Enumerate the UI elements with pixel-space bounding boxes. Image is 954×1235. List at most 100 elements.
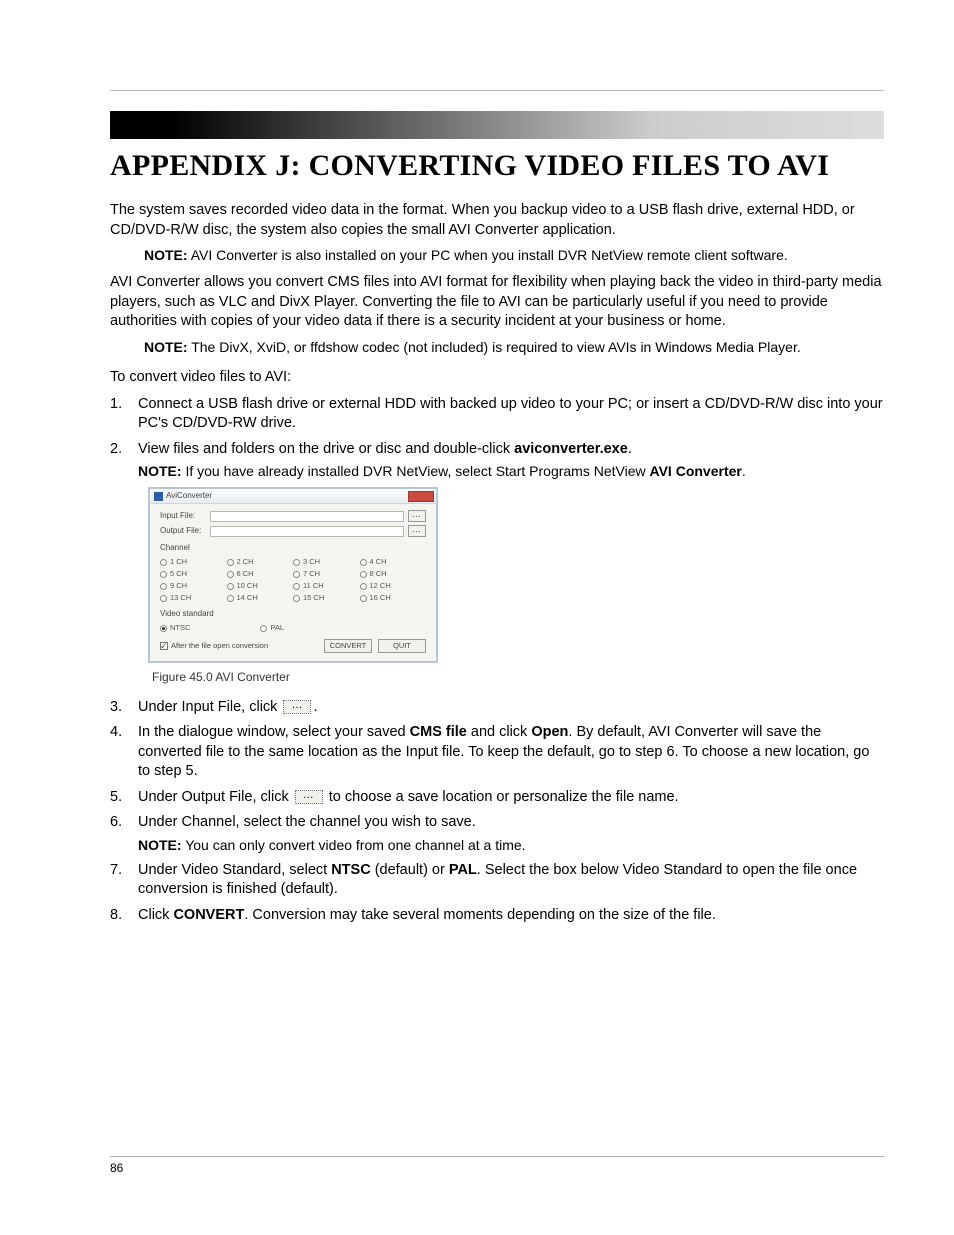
channel-label: 11 CH — [303, 581, 324, 591]
step-4-a: In the dialogue window, select your save… — [138, 724, 410, 740]
channel-label: 10 CH — [237, 581, 258, 591]
step-2: View files and folders on the drive or d… — [110, 440, 884, 686]
output-file-browse-button[interactable] — [408, 525, 426, 537]
input-file-field[interactable] — [210, 511, 404, 522]
step-8-c: . Conversion may take several moments de… — [244, 907, 716, 923]
channel-group-label: Channel — [160, 543, 426, 554]
step-2-exe: aviconverter.exe — [514, 441, 628, 457]
step-8-a: Click — [138, 907, 173, 923]
note-2: NOTE: The DivX, XviD, or ffdshow codec (… — [144, 338, 884, 357]
figure-caption: Figure 45.0 AVI Converter — [152, 669, 884, 685]
channel-radio[interactable]: 5 CH — [160, 569, 227, 579]
browse-button-icon — [283, 700, 311, 714]
note-1: NOTE: AVI Converter is also installed on… — [144, 246, 884, 265]
step-2-note-c: NetView — [594, 463, 646, 479]
channel-radio[interactable]: 7 CH — [293, 569, 360, 579]
quit-button[interactable]: QUIT — [378, 639, 426, 653]
pal-radio[interactable]: PAL — [260, 623, 284, 633]
app-title: AviConverter — [166, 491, 212, 502]
titlebar: AviConverter — [150, 489, 436, 504]
steps-list: Connect a USB flash drive or external HD… — [110, 395, 884, 926]
channel-label: 14 CH — [237, 593, 258, 603]
step-5-b: to choose a save location or personalize… — [325, 789, 679, 805]
after-open-label: After the file open conversion — [171, 641, 268, 651]
step-6-note-text: You can only convert video from one chan… — [185, 837, 525, 853]
step-2-note-a: If you have already installed DVR NetVie… — [185, 463, 525, 479]
note-2-label: NOTE: — [144, 339, 188, 355]
ntsc-radio[interactable]: NTSC — [160, 623, 190, 633]
channel-radio[interactable]: 11 CH — [293, 581, 360, 591]
channel-radio[interactable]: 12 CH — [360, 581, 427, 591]
note-2-text: The DivX, XviD, or ffdshow codec (not in… — [191, 339, 801, 355]
channel-label: 6 CH — [237, 569, 254, 579]
step-7-c: (default) or — [371, 862, 449, 878]
channel-label: 15 CH — [303, 593, 324, 603]
channel-radio[interactable]: 6 CH — [227, 569, 294, 579]
step-5-a: Under Output File, click — [138, 789, 293, 805]
step-7: Under Video Standard, select NTSC (defau… — [110, 861, 884, 900]
close-icon[interactable] — [408, 491, 434, 502]
channel-label: 12 CH — [370, 581, 391, 591]
step-6: Under Channel, select the channel you wi… — [110, 813, 884, 854]
channel-radio[interactable]: 14 CH — [227, 593, 294, 603]
step-8-b: CONVERT — [173, 907, 244, 923]
channel-radio[interactable]: 13 CH — [160, 593, 227, 603]
page-number: 86 — [110, 1161, 123, 1175]
video-standard-label: Video standard — [160, 609, 426, 620]
channel-radio[interactable]: 4 CH — [360, 557, 427, 567]
step-2-text-a: View files and folders on the drive or d… — [138, 441, 514, 457]
step-3-text-a: Under Input File, click — [138, 699, 281, 715]
channel-radio[interactable]: 8 CH — [360, 569, 427, 579]
step-8: Click CONVERT. Conversion may take sever… — [110, 906, 884, 926]
step-1: Connect a USB flash drive or external HD… — [110, 395, 884, 434]
channel-label: 7 CH — [303, 569, 320, 579]
channel-radio[interactable]: 15 CH — [293, 593, 360, 603]
step-6-text: Under Channel, select the channel you wi… — [138, 814, 476, 830]
top-rule — [110, 90, 884, 91]
after-open-checkbox[interactable]: After the file open conversion — [160, 641, 268, 651]
heading-banner — [110, 111, 884, 139]
aviconverter-screenshot: AviConverter Input File: Output File: — [148, 487, 884, 663]
step-7-b: NTSC — [331, 862, 370, 878]
step-4: In the dialogue window, select your save… — [110, 723, 884, 782]
step-7-a: Under Video Standard, select — [138, 862, 331, 878]
step-2-text-c: . — [628, 441, 632, 457]
step-2-note-label: NOTE: — [138, 463, 182, 479]
channel-radio[interactable]: 16 CH — [360, 593, 427, 603]
step-3-text-b: . — [313, 699, 317, 715]
step-4-d: Open — [531, 724, 568, 740]
step-1-text: Connect a USB flash drive or external HD… — [138, 396, 883, 432]
channel-radio[interactable]: 3 CH — [293, 557, 360, 567]
channel-radio[interactable]: 10 CH — [227, 581, 294, 591]
channel-label: 9 CH — [170, 581, 187, 591]
step-2-note-b: Programs — [529, 463, 590, 479]
channel-label: 8 CH — [370, 569, 387, 579]
output-file-label: Output File: — [160, 526, 206, 537]
step-3: Under Input File, click . — [110, 698, 884, 718]
channel-label: 2 CH — [237, 557, 254, 567]
ntsc-label: NTSC — [170, 623, 190, 633]
step-4-c: and click — [467, 724, 531, 740]
channel-radio[interactable]: 9 CH — [160, 581, 227, 591]
steps-intro: To convert video files to AVI: — [110, 369, 884, 385]
channel-radio[interactable]: 1 CH — [160, 557, 227, 567]
note-1-text: AVI Converter is also installed on your … — [191, 247, 788, 263]
step-2-note: NOTE: If you have already installed DVR … — [138, 462, 884, 481]
intro-paragraph-2: AVI Converter allows you convert CMS fil… — [110, 273, 884, 332]
channel-label: 13 CH — [170, 593, 191, 603]
channel-radio[interactable]: 2 CH — [227, 557, 294, 567]
note-1-label: NOTE: — [144, 247, 188, 263]
input-file-label: Input File: — [160, 511, 206, 522]
step-5: Under Output File, click to choose a sav… — [110, 788, 884, 808]
step-4-b: CMS file — [410, 724, 467, 740]
channel-label: 1 CH — [170, 557, 187, 567]
step-7-d: PAL — [449, 862, 477, 878]
convert-button[interactable]: CONVERT — [324, 639, 372, 653]
step-6-note: NOTE: You can only convert video from on… — [138, 836, 884, 855]
input-file-browse-button[interactable] — [408, 510, 426, 522]
output-file-field[interactable] — [210, 526, 404, 537]
app-icon — [154, 492, 163, 501]
pal-label: PAL — [270, 623, 284, 633]
channel-label: 5 CH — [170, 569, 187, 579]
channel-label: 3 CH — [303, 557, 320, 567]
